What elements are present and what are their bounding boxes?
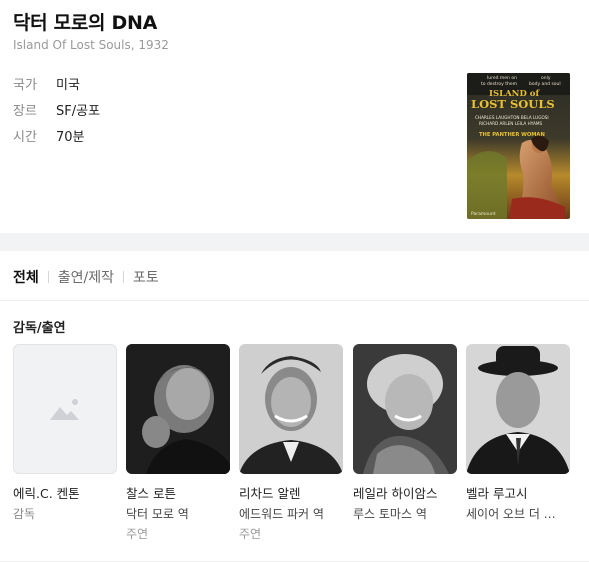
person-card[interactable]: 벨라 루고시 세이어 오브 더 … bbox=[466, 344, 570, 522]
tab-separator bbox=[123, 271, 125, 283]
person-photo[interactable] bbox=[466, 344, 570, 474]
tab-separator bbox=[47, 271, 49, 283]
person-photo[interactable] bbox=[126, 344, 230, 474]
info-label: 시간 bbox=[13, 130, 37, 145]
placeholder-image-icon bbox=[50, 399, 79, 420]
person-name[interactable]: 레일라 하이암스 bbox=[353, 483, 457, 502]
poster-tagline: only bbox=[541, 75, 551, 81]
person-name[interactable]: 에릭.C. 켄톤 bbox=[13, 483, 117, 502]
person-photo[interactable] bbox=[353, 344, 457, 474]
tab-bar: 전체 출연/제작 포토 bbox=[13, 267, 159, 287]
movie-poster[interactable]: lured men on only to destroy them body a… bbox=[467, 73, 570, 219]
person-role: 루스 토마스 역 bbox=[353, 507, 427, 521]
person-role: 에드워드 파커 역 bbox=[239, 507, 324, 521]
tab-photo[interactable]: 포토 bbox=[133, 267, 159, 287]
info-label: 국가 bbox=[13, 78, 37, 93]
info-value: SF/공포 bbox=[56, 104, 101, 119]
person-card[interactable]: 찰스 로튼 닥터 모로 역 주연 bbox=[126, 344, 230, 542]
info-label: 장르 bbox=[13, 104, 37, 119]
poster-studio: Paramount bbox=[471, 211, 496, 217]
person-name[interactable]: 벨라 루고시 bbox=[466, 483, 570, 502]
poster-tagline: to destroy them bbox=[481, 81, 517, 87]
cast-card: 전체 출연/제작 포토 감독/출연 에릭.C. 켄톤 감독 찰스 로튼 닥터 모… bbox=[0, 251, 589, 562]
person-role: 세이어 오브 더 … bbox=[466, 507, 556, 521]
poster-tagline: body and soul bbox=[529, 81, 561, 87]
tab-cast-crew[interactable]: 출연/제작 bbox=[58, 267, 114, 287]
info-row-runtime: 시간 70분 bbox=[13, 126, 85, 145]
person-photo[interactable] bbox=[13, 344, 117, 474]
divider bbox=[0, 300, 589, 301]
poster-tagline: lured men on bbox=[487, 75, 517, 81]
person-type: 주연 bbox=[239, 527, 262, 541]
info-row-country: 국가 미국 bbox=[13, 74, 80, 93]
info-row-genre: 장르 SF/공포 bbox=[13, 100, 100, 119]
section-title: 감독/출연 bbox=[13, 321, 66, 336]
original-title: Island Of Lost Souls, 1932 bbox=[13, 38, 169, 52]
person-photo[interactable] bbox=[239, 344, 343, 474]
tab-all[interactable]: 전체 bbox=[13, 267, 39, 287]
poster-credits: RICHARD ARLEN LEILA HYAMS bbox=[479, 121, 542, 126]
person-card[interactable]: 레일라 하이암스 루스 토마스 역 bbox=[353, 344, 457, 522]
info-value: 미국 bbox=[56, 78, 80, 93]
person-type: 주연 bbox=[126, 527, 149, 541]
person-card[interactable]: 리차드 알렌 에드워드 파커 역 주연 bbox=[239, 344, 343, 542]
person-role: 닥터 모로 역 bbox=[126, 507, 189, 521]
person-role: 감독 bbox=[13, 507, 36, 521]
poster-credits: CHARLES LAUGHTON BELA LUGOSI bbox=[475, 115, 549, 120]
movie-info-card: 닥터 모로의 DNA Island Of Lost Souls, 1932 국가… bbox=[0, 0, 589, 233]
person-card[interactable]: 에릭.C. 켄톤 감독 bbox=[13, 344, 117, 522]
person-name[interactable]: 찰스 로튼 bbox=[126, 483, 230, 502]
info-value: 70분 bbox=[56, 130, 85, 145]
poster-title-line2: LOST SOULS bbox=[471, 97, 555, 111]
movie-title: 닥터 모로의 DNA bbox=[13, 12, 158, 34]
person-name[interactable]: 리차드 알렌 bbox=[239, 483, 343, 502]
